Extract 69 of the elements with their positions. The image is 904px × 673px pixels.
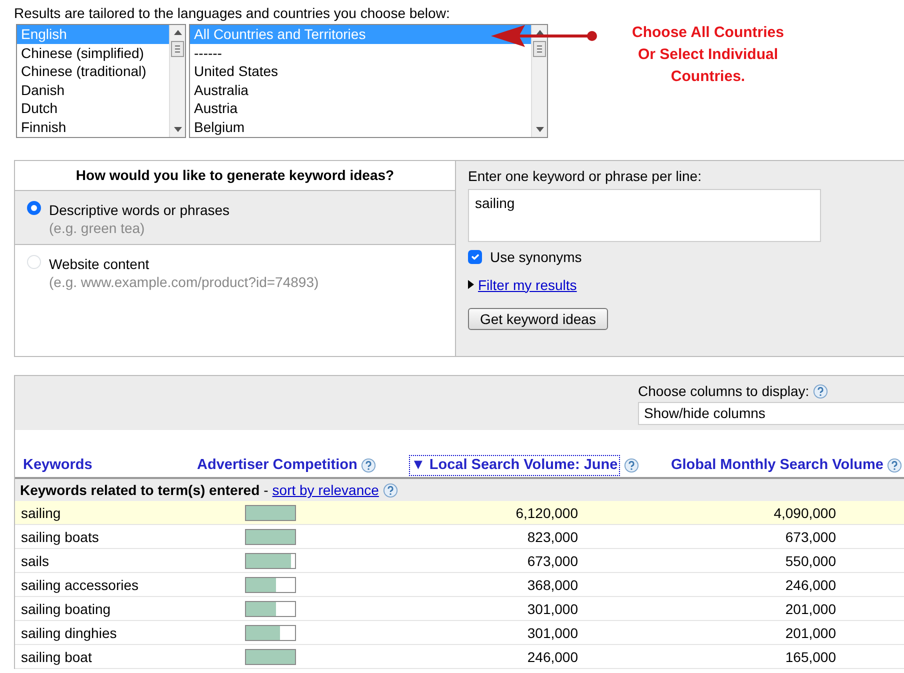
volume-cell: 4,090,000	[774, 504, 836, 521]
volume-cell: 201,000	[785, 600, 836, 617]
help-icon[interactable]	[813, 384, 828, 399]
group-title: Keywords related to term(s) entered	[20, 481, 260, 500]
list-option[interactable]: Belgium	[190, 118, 531, 136]
radio-button[interactable]	[27, 201, 41, 216]
checkbox-label: Use synonyms	[490, 248, 582, 267]
column-header[interactable]: Keywords	[23, 456, 92, 476]
annotation-text: Or Select Individual	[636, 45, 780, 66]
list-option[interactable]: Chinese (simplified)	[17, 44, 169, 62]
scroll-down-icon[interactable]	[536, 127, 544, 132]
option-label: Website content	[49, 255, 150, 274]
volume-cell: 6,120,000	[516, 504, 578, 521]
keyword-cell: sailing boating	[21, 600, 111, 617]
list-option[interactable]: Chinese (traditional)	[17, 62, 169, 81]
list-option[interactable]: United States	[190, 62, 531, 81]
field-label: Enter one keyword or phrase per line:	[468, 167, 702, 186]
volume-cell: 301,000	[527, 624, 578, 641]
column-header[interactable]: ▼ Local Search Volume: June	[409, 455, 620, 476]
keyword-field[interactable]: sailing	[468, 189, 821, 242]
scroll-up-icon[interactable]	[536, 30, 544, 36]
expand-icon[interactable]	[468, 280, 474, 290]
columns-select[interactable]: Show/hide columns	[638, 402, 904, 425]
volume-cell: 823,000	[527, 528, 578, 545]
scroll-thumb[interactable]	[533, 41, 546, 58]
keyword-cell: sailing dinghies	[21, 624, 117, 641]
checkbox[interactable]	[468, 250, 482, 264]
help-icon[interactable]	[624, 458, 639, 474]
option-hint: (e.g. green tea)	[49, 219, 146, 238]
intro-text: Results are tailored to the languages and countries you choose below:	[14, 4, 451, 22]
get-ideas-button[interactable]: Get keyword ideas	[468, 308, 608, 330]
list-option[interactable]: Danish	[17, 80, 169, 100]
list-option[interactable]: ------	[190, 44, 531, 62]
volume-cell: 550,000	[785, 552, 836, 569]
help-icon[interactable]	[382, 482, 398, 498]
list-option[interactable]: Australia	[190, 80, 531, 100]
list-box[interactable]: All Countries and Territories ------ United States Australia Austria Belgium	[189, 24, 548, 138]
keyword-cell: sailing	[21, 504, 61, 521]
help-icon[interactable]	[361, 458, 376, 474]
list-option[interactable]: Finnish	[17, 118, 169, 136]
sort-link[interactable]: sort by relevance	[272, 481, 379, 500]
column-header[interactable]: Global Monthly Search Volume	[671, 456, 884, 476]
separator-text: -	[264, 481, 268, 500]
volume-cell: 246,000	[527, 648, 578, 665]
field-label: Choose columns to display:	[638, 382, 810, 400]
volume-cell: 246,000	[785, 576, 836, 593]
keyword-cell: sailing boats	[21, 528, 99, 545]
option-hint: (e.g. www.example.com/product?id=74893)	[49, 273, 319, 292]
volume-cell: 301,000	[527, 600, 578, 617]
filter-link[interactable]: Filter my results	[478, 276, 577, 294]
scroll-up-icon[interactable]	[174, 30, 182, 36]
column-header[interactable]: Advertiser Competition	[197, 456, 358, 476]
list-box[interactable]: English Chinese (simplified) Chinese (traditional) Danish Dutch Finnish	[16, 24, 186, 138]
scroll-down-icon[interactable]	[174, 127, 182, 132]
annotation-text: Choose All Countries	[631, 23, 785, 44]
volume-cell: 201,000	[785, 624, 836, 641]
volume-cell: 673,000	[527, 552, 578, 569]
help-icon[interactable]	[887, 458, 902, 474]
keyword-cell: sailing accessories	[21, 576, 138, 593]
volume-cell: 165,000	[785, 648, 836, 665]
volume-cell: 673,000	[785, 528, 836, 545]
option-label: Descriptive words or phrases	[49, 201, 230, 220]
volume-cell: 368,000	[527, 576, 578, 593]
keyword-cell: sails	[21, 552, 50, 569]
scroll-thumb[interactable]	[171, 41, 184, 58]
annotation-text: Countries.	[670, 67, 746, 88]
list-option[interactable]: Austria	[190, 99, 531, 118]
keyword-cell: sailing boat	[21, 648, 92, 665]
list-option[interactable]: Dutch	[17, 99, 169, 118]
